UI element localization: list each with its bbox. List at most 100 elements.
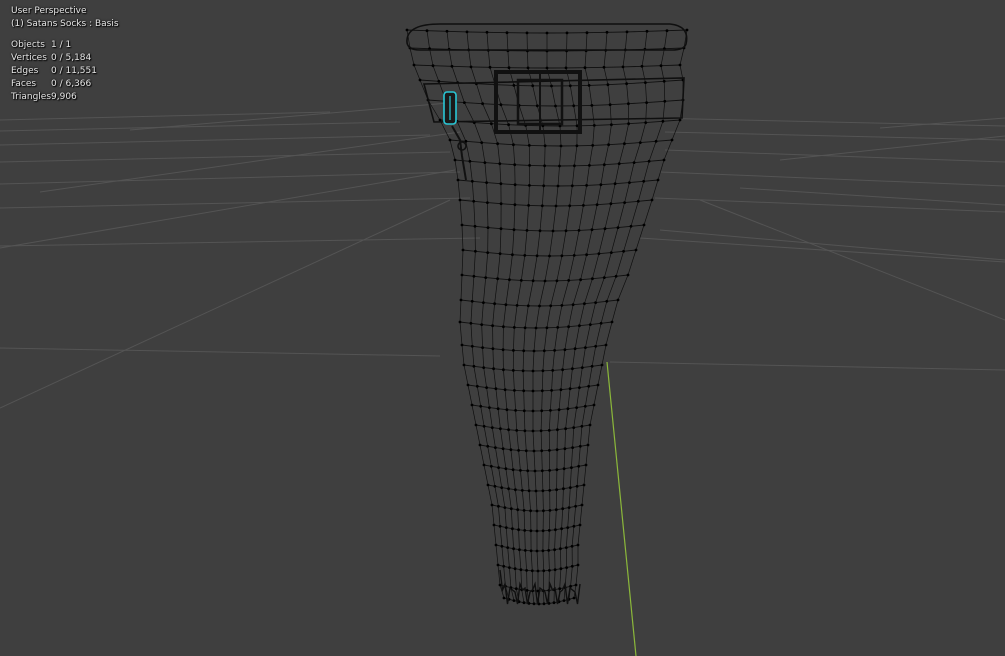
mesh-vertex bbox=[567, 506, 571, 509]
mesh-vertex bbox=[556, 428, 559, 432]
mesh-vertex bbox=[526, 66, 530, 70]
mesh-vertex bbox=[576, 563, 580, 567]
mesh-vertex bbox=[588, 323, 592, 326]
mesh-vertex bbox=[518, 548, 521, 552]
mesh-vertex bbox=[568, 84, 572, 88]
mesh-vertex bbox=[512, 349, 515, 352]
mesh-vertex bbox=[563, 348, 567, 352]
mesh-vertex bbox=[520, 489, 524, 492]
mesh-vertex bbox=[578, 523, 582, 527]
mesh-vertex bbox=[522, 409, 526, 413]
mesh-vertex bbox=[431, 64, 435, 68]
mesh-vertex bbox=[540, 389, 544, 393]
mesh-vertex bbox=[425, 29, 429, 33]
mesh-vertex bbox=[609, 251, 613, 255]
mesh-vertex bbox=[535, 529, 539, 533]
mesh-vertex bbox=[534, 326, 538, 330]
mesh-vertex bbox=[553, 548, 556, 552]
mesh-vertex bbox=[456, 178, 460, 182]
mesh-vertex bbox=[490, 426, 494, 429]
mesh-vertex bbox=[535, 549, 539, 553]
mesh-vertex bbox=[568, 387, 572, 391]
mesh-vertex bbox=[645, 29, 649, 33]
mesh-vertex bbox=[458, 198, 462, 202]
mesh-vertex bbox=[490, 122, 493, 126]
mesh-vertex bbox=[468, 159, 472, 163]
mesh-vertex bbox=[610, 320, 614, 324]
mesh-vertex bbox=[584, 346, 587, 349]
3d-viewport[interactable]: User Perspective (1) Satans Socks : Basi… bbox=[0, 0, 1005, 656]
mesh-vertex bbox=[532, 449, 536, 453]
mesh-vertex bbox=[500, 486, 504, 489]
mesh-vertex bbox=[580, 503, 584, 507]
mesh-vertex bbox=[481, 102, 484, 106]
mesh-vertex bbox=[522, 389, 526, 393]
mesh-vertex bbox=[470, 299, 474, 303]
mesh-vertex bbox=[574, 583, 578, 587]
mesh-vertex bbox=[529, 509, 532, 513]
mesh-vertex bbox=[540, 469, 544, 473]
mesh-vertex bbox=[561, 368, 564, 372]
viewport-info-overlay: User Perspective (1) Satans Socks : Basi… bbox=[11, 5, 119, 104]
mesh-vertex bbox=[575, 484, 579, 488]
mesh-vertex bbox=[506, 546, 510, 549]
mesh-vertex bbox=[609, 202, 613, 206]
grid-line bbox=[0, 111, 331, 121]
mesh-vertex bbox=[583, 66, 587, 70]
mesh-vertex bbox=[519, 568, 523, 572]
mesh-vertex bbox=[469, 65, 473, 69]
mesh-vertex bbox=[511, 369, 515, 372]
mesh-vertex bbox=[541, 529, 545, 533]
mesh-vertex bbox=[525, 229, 529, 232]
mesh-vertex bbox=[574, 504, 577, 508]
mesh-vertex bbox=[480, 141, 484, 145]
mesh-vertex bbox=[499, 427, 502, 431]
mesh-vertex bbox=[491, 324, 494, 328]
view-name: User Perspective bbox=[11, 6, 87, 16]
mesh-vertex bbox=[540, 204, 544, 208]
mesh-vertex bbox=[629, 224, 633, 228]
mesh-vertex bbox=[531, 389, 535, 393]
mesh-column bbox=[548, 32, 595, 604]
mesh-vertex bbox=[502, 368, 505, 372]
mesh-vertex bbox=[548, 569, 551, 572]
mesh-vertex bbox=[478, 443, 482, 447]
mesh-vertex bbox=[670, 138, 674, 142]
mesh-vertex bbox=[622, 249, 625, 253]
mesh-vertex bbox=[465, 30, 469, 34]
mesh-vertex bbox=[522, 509, 526, 512]
mesh-vertex bbox=[502, 564, 506, 568]
mesh-vertex bbox=[548, 469, 551, 472]
mesh-vertex bbox=[567, 279, 571, 282]
mesh-vertex bbox=[585, 184, 588, 187]
mesh-vertex bbox=[529, 549, 533, 553]
mesh-vertex bbox=[588, 423, 592, 427]
mesh-vertex bbox=[572, 524, 576, 528]
mesh-vertex bbox=[564, 229, 568, 233]
mesh-vertex bbox=[450, 64, 454, 68]
mesh-vertex bbox=[542, 509, 545, 513]
mesh-vertex bbox=[549, 304, 553, 308]
mesh-vertex bbox=[509, 448, 513, 452]
mesh-vertex bbox=[572, 254, 576, 257]
mesh-vertex bbox=[474, 423, 478, 427]
mesh-vertex bbox=[572, 426, 576, 429]
mesh-vertex bbox=[514, 587, 518, 591]
mesh-vertex bbox=[592, 124, 596, 127]
mesh-vertex bbox=[559, 388, 563, 392]
mesh-vertex bbox=[513, 389, 516, 392]
mesh-vertex bbox=[504, 467, 508, 471]
mesh-vertex bbox=[493, 302, 496, 306]
viewport-scene[interactable] bbox=[0, 0, 1005, 656]
mesh-vertex bbox=[482, 463, 486, 467]
mesh-vertex bbox=[553, 568, 557, 572]
mesh-vertex bbox=[590, 228, 594, 232]
mesh-vertex bbox=[483, 161, 487, 165]
mesh-vertex bbox=[513, 203, 517, 207]
mesh-vertex bbox=[583, 302, 586, 306]
mesh-vertex bbox=[663, 99, 667, 103]
mesh-vertex bbox=[559, 547, 562, 551]
mesh-vertex bbox=[501, 447, 505, 451]
mesh-vertex bbox=[608, 103, 612, 107]
mesh-vertex bbox=[405, 28, 409, 32]
